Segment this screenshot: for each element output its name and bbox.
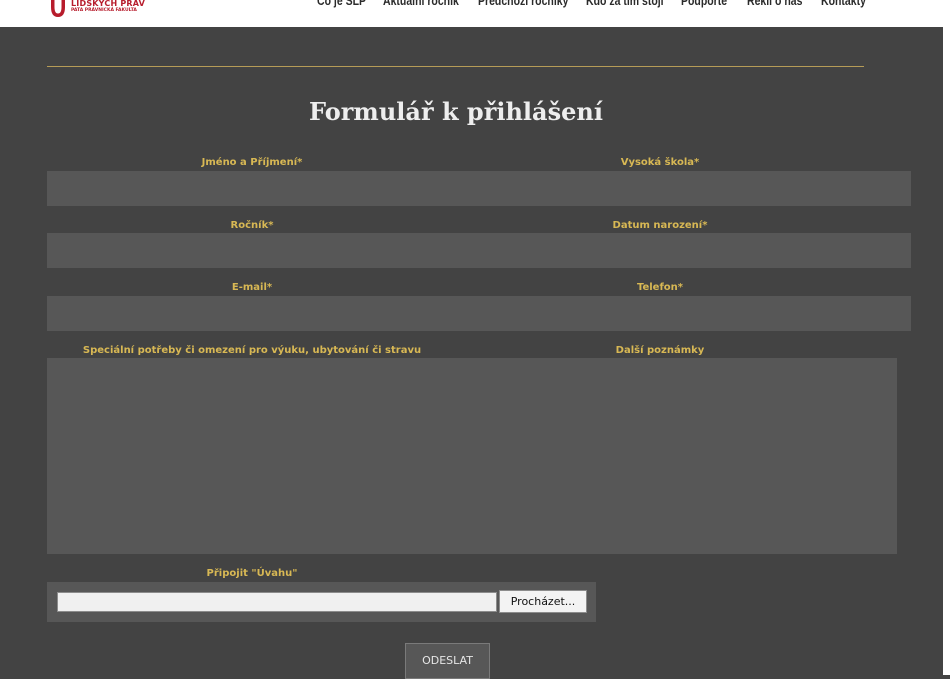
- browse-button[interactable]: Procházet...: [499, 590, 587, 613]
- name-input[interactable]: [47, 171, 457, 206]
- special-needs-textarea[interactable]: [47, 358, 897, 554]
- nav-item-predchozi-rocniky[interactable]: Předchozí ročníky: [478, 0, 568, 8]
- submit-button[interactable]: ODESLAT: [405, 643, 490, 679]
- special-needs-label: Speciální potřeby či omezení pro výuku, …: [82, 345, 422, 356]
- email-label: E-mail*: [231, 282, 273, 293]
- university-label: Vysoká škola*: [620, 157, 700, 168]
- form-title: Formulář k přihlášení: [309, 97, 603, 126]
- logo-emblem-icon: [51, 0, 65, 17]
- section-divider: [47, 66, 864, 67]
- email-input[interactable]: [47, 296, 457, 331]
- name-label: Jméno a Příjmení*: [201, 157, 303, 168]
- page-edge: [943, 0, 950, 675]
- nav-item-podporte[interactable]: Podpořte: [681, 0, 727, 8]
- birthdate-label: Datum narození*: [612, 220, 708, 231]
- logo-subtitle: PATA PRÁVNICKÁ FAKULTA: [71, 8, 137, 13]
- nav-item-rekli-o-nas[interactable]: Řekli o nás: [747, 0, 802, 8]
- site-logo[interactable]: LIDSKÝCH PRÁV PATA PRÁVNICKÁ FAKULTA: [50, 0, 145, 21]
- notes-label: Další poznámky: [615, 345, 705, 356]
- top-navigation-bar: LIDSKÝCH PRÁV PATA PRÁVNICKÁ FAKULTA Co …: [0, 0, 943, 27]
- nav-item-kdo-za-tim-stoji[interactable]: Kdo za tím stojí: [586, 0, 664, 8]
- phone-input[interactable]: [457, 296, 911, 331]
- nav-item-kontakty[interactable]: Kontakty: [821, 0, 866, 8]
- birthdate-input[interactable]: [457, 233, 911, 268]
- attachment-path-field[interactable]: [57, 592, 497, 612]
- year-label: Ročník*: [230, 220, 274, 231]
- logo-title: LIDSKÝCH PRÁV: [71, 0, 145, 8]
- year-input[interactable]: [47, 233, 457, 268]
- university-input[interactable]: [457, 171, 911, 206]
- nav-item-aktualni-rocnik[interactable]: Aktuální ročník: [383, 0, 459, 8]
- nav-item-co-je-slp[interactable]: Co je SLP: [317, 0, 366, 8]
- attachment-label: Připojit "Úvahu": [206, 568, 298, 579]
- phone-label: Telefon*: [636, 282, 684, 293]
